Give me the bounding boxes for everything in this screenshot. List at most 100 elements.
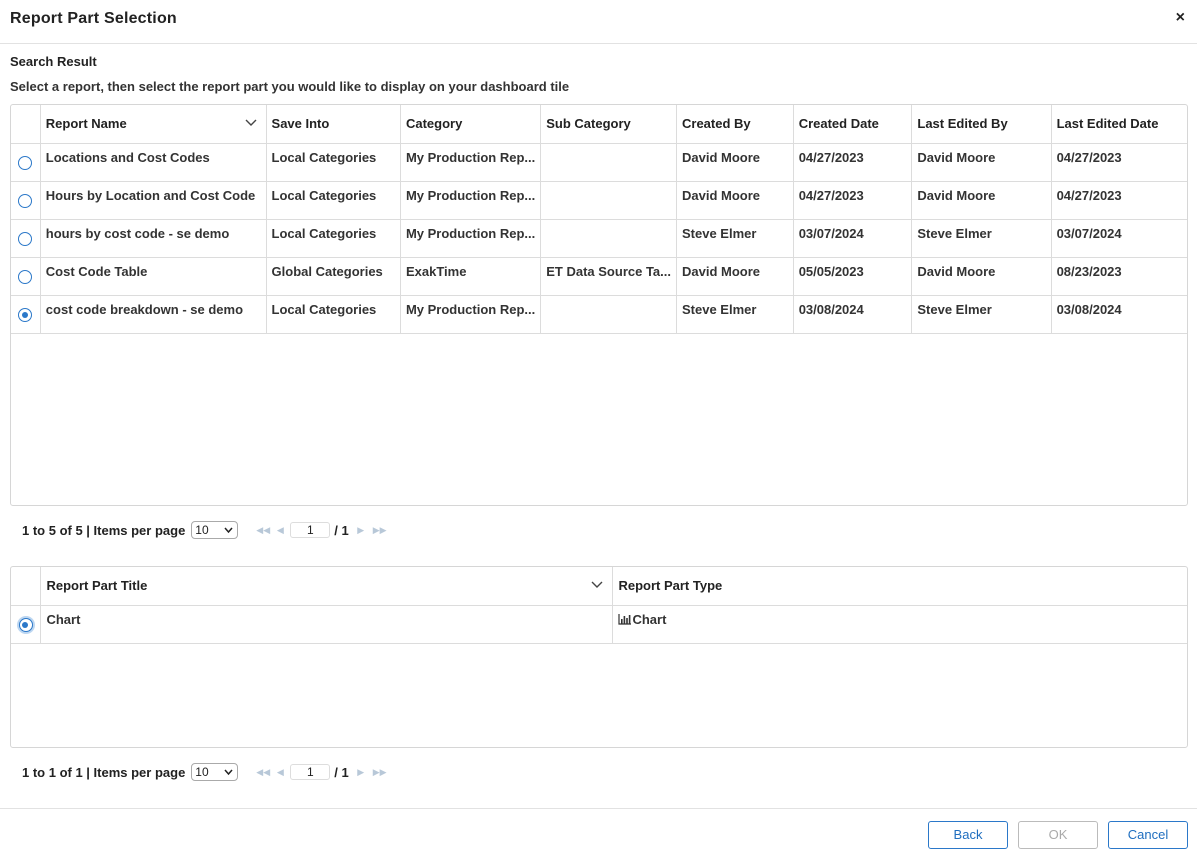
cell-created-by: David Moore [676,181,794,220]
items-per-page-select[interactable]: 10 [191,763,239,781]
first-page-icon[interactable]: ◀◀ [256,525,270,536]
cell-save-into: Local Categories [266,295,401,334]
cell-sub-category: ET Data Source Ta... [540,257,677,296]
next-page-icon[interactable]: ▶ [355,525,367,536]
select-column-header [11,105,41,144]
dialog-title: Report Part Selection [10,10,177,27]
table-row[interactable]: cost code breakdown - se demo Local Categ… [11,295,1187,334]
total-pages: / 1 [334,522,349,538]
cell-created-date: 05/05/2023 [793,257,913,296]
pager-summary: 1 to 5 of 5 | Items per page [22,522,186,538]
row-select-cell[interactable] [11,181,41,220]
cell-category: My Production Rep... [400,295,542,334]
prev-page-icon[interactable]: ◀ [274,525,286,536]
instructions-text: Select a report, then select the report … [10,79,570,94]
column-header-sub-category[interactable]: Sub Category [540,105,677,144]
cell-category: My Production Rep... [400,181,542,220]
ok-button[interactable]: OK [1018,821,1098,849]
total-pages: / 1 [334,764,349,780]
column-header-report-part-type[interactable]: Report Part Type [612,567,1187,606]
reports-table-body: Locations and Cost Codes Local Categories… [11,143,1187,334]
items-per-page-select[interactable]: 10 [191,521,239,539]
table-row[interactable]: Hours by Location and Cost Code Local Cat… [11,181,1187,220]
page-number-input[interactable]: 1 [290,522,331,538]
row-radio-button[interactable] [18,618,33,633]
cell-category: My Production Rep... [400,219,542,258]
column-header-category[interactable]: Category [400,105,542,144]
cell-created-by: Steve Elmer [676,219,794,258]
parts-pager: 1 to 1 of 1 | Items per page 10 ◀◀ ◀ 1 /… [22,762,387,782]
report-parts-table: Report Part Title Report Part Type Chart… [11,567,1187,644]
cell-last-edited-date: 03/07/2024 [1051,219,1187,258]
last-page-icon[interactable]: ▶▶ [373,767,387,778]
cell-save-into: Local Categories [266,181,401,220]
column-header-report-name[interactable]: Report Name [40,105,267,144]
chevron-down-icon [224,527,233,534]
cell-save-into: Global Categories [266,257,401,296]
cell-created-date: 03/08/2024 [793,295,913,334]
dialog-titlebar: Report Part Selection × [0,0,1197,44]
cancel-button[interactable]: Cancel [1108,821,1188,849]
table-row[interactable]: Chart Chart [11,605,1187,644]
chevron-down-icon[interactable] [591,580,603,590]
items-per-page-value: 10 [195,523,209,537]
table-row[interactable]: Cost Code Table Global Categories ExakTime… [11,257,1187,296]
next-page-icon[interactable]: ▶ [355,767,367,778]
chevron-down-icon[interactable] [245,118,257,128]
reports-header-row: Report Name Save Into Category Sub Categ… [11,105,1187,144]
row-select-cell[interactable] [11,219,41,258]
row-radio-button[interactable] [18,270,33,285]
back-button[interactable]: Back [928,821,1008,849]
row-select-cell[interactable] [11,257,41,296]
row-radio-button[interactable] [18,194,33,209]
row-radio-button[interactable] [18,156,33,171]
table-row[interactable]: hours by cost code - se demo Local Catego… [11,219,1187,258]
close-icon[interactable]: × [1176,9,1185,27]
cell-created-date: 04/27/2023 [793,143,913,182]
select-column-header [11,567,42,606]
cell-last-edited-by: David Moore [911,257,1052,296]
column-header-last-edited-date[interactable]: Last Edited Date [1051,105,1187,144]
cell-created-date: 04/27/2023 [793,181,913,220]
cell-sub-category [540,219,677,258]
page-number-input[interactable]: 1 [290,764,331,780]
table-row[interactable]: Locations and Cost Codes Local Categories… [11,143,1187,182]
column-header-save-into[interactable]: Save Into [266,105,401,144]
pager-summary: 1 to 1 of 1 | Items per page [22,764,186,780]
column-header-report-part-title[interactable]: Report Part Title [40,567,614,606]
prev-page-icon[interactable]: ◀ [274,767,286,778]
cell-last-edited-date: 03/08/2024 [1051,295,1187,334]
dialog-footer: Back OK Cancel [0,808,1197,860]
column-header-last-edited-by[interactable]: Last Edited By [911,105,1052,144]
part-type-label: Chart [632,611,667,627]
cell-created-by: David Moore [676,143,794,182]
cell-sub-category [540,143,677,182]
cell-created-by: Steve Elmer [676,295,794,334]
cell-report-name: Hours by Location and Cost Code [40,181,267,220]
cell-report-name: cost code breakdown - se demo [40,295,267,334]
cell-save-into: Local Categories [266,219,401,258]
row-radio-button[interactable] [18,232,33,247]
cell-report-name: Locations and Cost Codes [40,143,267,182]
cell-last-edited-by: Steve Elmer [911,295,1052,334]
cell-sub-category [540,181,677,220]
report-parts-table-body: Chart Chart [11,605,1187,644]
report-parts-grid: Report Part Title Report Part Type Chart… [10,566,1188,748]
cell-category: My Production Rep... [400,143,542,182]
row-select-cell[interactable] [11,295,41,334]
first-page-icon[interactable]: ◀◀ [256,767,270,778]
column-header-created-by[interactable]: Created By [676,105,794,144]
cell-save-into: Local Categories [266,143,401,182]
cell-last-edited-date: 08/23/2023 [1051,257,1187,296]
row-radio-button[interactable] [18,308,33,323]
cell-report-part-title: Chart [40,605,614,644]
cell-last-edited-date: 04/27/2023 [1051,143,1187,182]
column-header-label: Report Part Title [46,578,148,593]
parts-header-row: Report Part Title Report Part Type [11,567,1187,606]
row-select-cell[interactable] [11,143,41,182]
chevron-down-icon [224,769,233,776]
cell-sub-category [540,295,677,334]
row-select-cell[interactable] [11,605,42,644]
column-header-created-date[interactable]: Created Date [793,105,913,144]
last-page-icon[interactable]: ▶▶ [373,525,387,536]
